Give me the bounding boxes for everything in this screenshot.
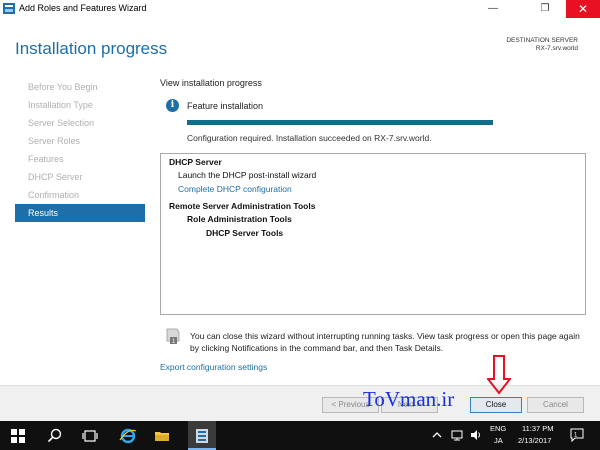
window-title: Add Roles and Features Wizard	[19, 3, 147, 13]
nav-item-confirmation: Confirmation	[28, 190, 80, 200]
progress-bar-fill	[187, 120, 493, 125]
result-role-admin-tools: Role Administration Tools	[187, 214, 292, 224]
destination-server-label: DESTINATION SERVER	[506, 37, 578, 44]
nav-item-server-selection: Server Selection	[28, 118, 95, 128]
nav-item-dhcp-server: DHCP Server	[28, 172, 83, 182]
action-center-icon[interactable]: 1	[570, 428, 584, 442]
result-dhcp-server-tools: DHCP Server Tools	[206, 228, 284, 238]
input-language[interactable]: ENG	[490, 424, 506, 433]
wizard-app-icon	[3, 3, 15, 14]
maximize-button[interactable]: ❐	[530, 0, 560, 18]
result-dhcp-server: DHCP Server	[169, 157, 222, 167]
search-icon[interactable]	[46, 427, 64, 445]
input-method[interactable]: JA	[494, 436, 503, 445]
nav-item-results[interactable]: Results	[15, 204, 145, 222]
close-wizard-note: You can close this wizard without interr…	[190, 331, 580, 353]
export-configuration-link[interactable]: Export configuration settings	[160, 362, 267, 372]
nav-item-features: Features	[28, 154, 64, 164]
close-window-button[interactable]: ✕	[566, 0, 600, 18]
installation-progress-bar	[187, 120, 493, 125]
task-view-icon[interactable]	[81, 427, 99, 445]
wizard-nav: Before You Begin Installation Type Serve…	[15, 78, 145, 222]
clock-date[interactable]: 2/13/2017	[518, 436, 551, 445]
file-explorer-icon[interactable]	[153, 427, 171, 445]
result-rsat: Remote Server Administration Tools	[169, 201, 316, 211]
wizard-header: Installation progress DESTINATION SERVER…	[0, 18, 600, 73]
network-icon[interactable]	[451, 429, 463, 441]
server-manager-icon[interactable]	[193, 427, 211, 445]
cancel-button[interactable]: Cancel	[527, 397, 584, 413]
nav-item-installation-type: Installation Type	[28, 100, 93, 110]
internet-explorer-icon[interactable]	[119, 427, 137, 445]
notification-flag-icon: 1	[166, 328, 180, 344]
volume-icon[interactable]	[470, 429, 482, 441]
result-launch-wizard: Launch the DHCP post-install wizard	[178, 170, 317, 180]
taskbar: ENG JA 11:37 PM 2/13/2017 1	[0, 421, 600, 450]
nav-item-server-roles: Server Roles	[28, 136, 81, 146]
arrow-down-icon	[487, 355, 511, 395]
info-icon: i	[166, 99, 179, 112]
results-panel: DHCP Server Launch the DHCP post-install…	[160, 153, 586, 315]
watermark-text: ToVman.ir	[363, 387, 455, 411]
destination-server-value: RX-7.srv.world	[535, 45, 578, 52]
page-title: Installation progress	[15, 39, 168, 58]
feature-installation-label: Feature installation	[187, 101, 264, 111]
title-bar: Add Roles and Features Wizard — ❐ ✕	[0, 0, 600, 18]
windows-start-icon[interactable]	[9, 427, 27, 445]
minimize-button[interactable]: —	[478, 0, 508, 18]
installation-status: Configuration required. Installation suc…	[187, 133, 432, 143]
complete-dhcp-configuration-link[interactable]: Complete DHCP configuration	[178, 184, 292, 194]
close-button[interactable]: Close	[470, 397, 522, 413]
section-label: View installation progress	[160, 78, 262, 88]
nav-item-before-you-begin: Before You Begin	[28, 82, 98, 92]
chevron-up-icon[interactable]	[431, 429, 443, 441]
clock-time[interactable]: 11:37 PM	[522, 424, 554, 433]
